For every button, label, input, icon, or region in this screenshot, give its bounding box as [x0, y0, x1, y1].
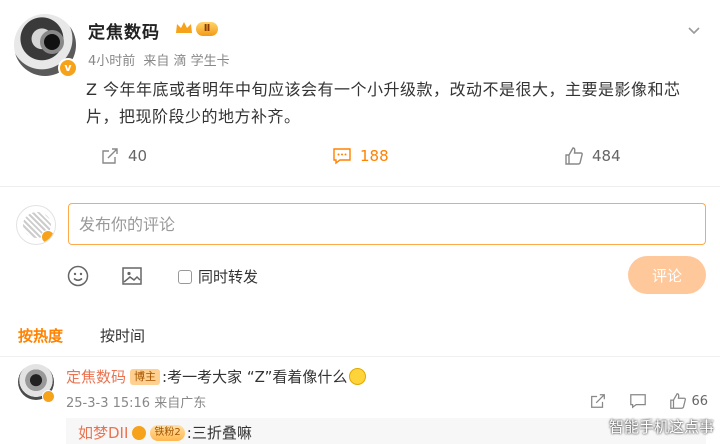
comment-like-button[interactable]: 66 — [669, 392, 708, 410]
post-meta: 4小时前 来自滴 学生卡 — [88, 50, 234, 69]
verified-icon — [132, 425, 147, 440]
comment-icon — [333, 148, 351, 165]
comment-reply-button[interactable] — [629, 392, 651, 410]
submit-comment-button[interactable]: 评论 — [628, 256, 706, 294]
commenter-username[interactable]: 定焦数码 — [66, 366, 126, 387]
repost-toggle-label: 同时转发 — [198, 268, 259, 286]
thumbs-up-icon — [670, 393, 687, 409]
post-body-text: Z 今年年底或者明年中旬应该会有一个小升级款，改动不是很大，主要是影像和芯片，把… — [86, 80, 681, 126]
repost-icon — [102, 148, 118, 164]
crown-icon — [176, 22, 192, 33]
comment-button[interactable]: 188 — [332, 142, 389, 170]
section-divider — [0, 186, 720, 187]
like-button[interactable]: 484 — [564, 142, 621, 170]
post-header: v 定焦数码 Ⅱ 4小时前 来自滴 学生卡 — [14, 12, 706, 78]
comment-location: 来自广东 — [154, 396, 207, 411]
smile-emoji-icon — [349, 368, 367, 385]
comment-input[interactable] — [68, 203, 706, 245]
tab-sort-time[interactable]: 按时间 — [100, 325, 145, 346]
reply-text: :三折叠嘛 — [186, 424, 252, 442]
comment-icon — [630, 394, 647, 409]
chevron-down-icon[interactable] — [686, 22, 702, 38]
comment-meta: 25-3-3 15:16 来自广东 — [66, 392, 206, 411]
comment-repost-button[interactable] — [589, 392, 611, 410]
image-icon[interactable] — [120, 264, 144, 288]
fan-level-badge: 铁粉2 — [150, 424, 185, 441]
tab-sort-hot[interactable]: 按热度 — [18, 325, 63, 346]
composer-toolbar: 同时转发 评论 — [66, 256, 706, 294]
repost-count: 40 — [128, 147, 148, 165]
current-user-avatar — [16, 205, 56, 245]
watermark-text: 智能手机这点事 — [608, 418, 714, 436]
tabs-divider — [0, 356, 720, 357]
emoji-icon[interactable] — [66, 264, 90, 288]
post-action-bar: 40 188 484 — [86, 142, 706, 170]
reply-line: 如梦DII 铁粉2 :三折叠嘛 — [78, 422, 252, 443]
comment-line: 定焦数码 博主 :考一考大家 “Z”看着像什么 — [66, 366, 367, 387]
verified-badge-icon: v — [58, 58, 78, 78]
commenter-verified-icon — [42, 390, 55, 403]
repost-button[interactable]: 40 — [100, 142, 147, 170]
post-source-prefix: 来自 — [143, 54, 170, 69]
comment-count: 188 — [360, 147, 389, 165]
like-count: 484 — [592, 147, 621, 165]
post-source: 滴 学生卡 — [173, 54, 230, 69]
comment-text: :考一考大家 “Z”看着像什么 — [162, 368, 348, 386]
author-tag-badge: 博主 — [130, 368, 161, 385]
level-badge: Ⅱ — [196, 22, 218, 36]
comment-date: 25-3-3 15:16 — [66, 396, 151, 411]
post-time: 4小时前 — [88, 54, 136, 69]
comment-actions: 66 — [571, 390, 708, 412]
thumbs-up-icon — [565, 147, 583, 165]
repost-toggle[interactable]: 同时转发 — [178, 266, 258, 287]
author-username[interactable]: 定焦数码 — [88, 18, 160, 43]
repost-checkbox[interactable] — [178, 269, 192, 284]
comment-like-count: 66 — [691, 393, 708, 409]
repost-icon — [591, 394, 606, 408]
reply-username[interactable]: 如梦DII — [78, 422, 128, 443]
